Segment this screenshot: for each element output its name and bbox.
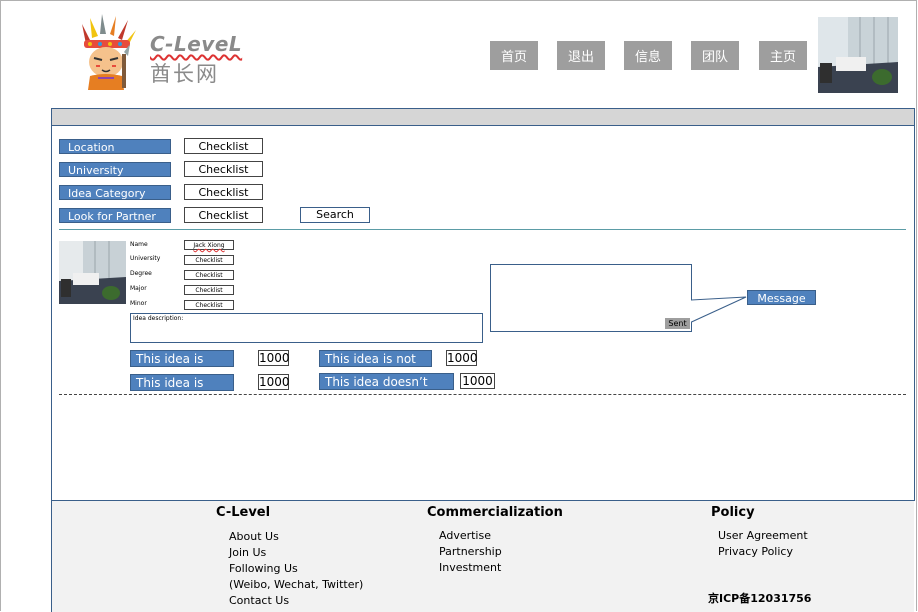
vote-not-bad-count: 1000: [446, 350, 478, 366]
footer-link-join-us[interactable]: Join Us: [229, 546, 266, 559]
brand-name-en: C-LeveL: [150, 32, 243, 56]
location-checklist[interactable]: Checklist: [184, 138, 263, 154]
vote-good-count: 1000: [258, 374, 290, 390]
university-checklist[interactable]: Checklist: [184, 161, 263, 177]
nav-homepage-button[interactable]: 主页: [759, 41, 807, 70]
profile-field-label: Degree: [130, 270, 152, 277]
chief-mascot-logo: [82, 14, 136, 90]
office-photo: [818, 17, 898, 93]
profile-name-value: Jack Xiong: [184, 240, 234, 250]
frame-border-right: [916, 0, 917, 611]
profile-photo: [59, 241, 126, 304]
footer-link-investment[interactable]: Investment: [439, 561, 501, 574]
nav-home-button[interactable]: 首页: [490, 41, 538, 70]
profile-minor-checklist[interactable]: Checklist: [184, 300, 234, 310]
frame-border-left: [0, 0, 1, 611]
footer-link-user-agreement[interactable]: User Agreement: [718, 529, 808, 542]
footer-link-partnership[interactable]: Partnership: [439, 545, 502, 558]
footer-heading-policy: Policy: [711, 505, 755, 520]
search-button[interactable]: Search: [300, 207, 370, 223]
footer-heading-commercialization: Commercialization: [427, 505, 563, 520]
panel-title-bar: [52, 109, 914, 126]
idea-description-label: Idea description:: [133, 315, 184, 322]
sent-button[interactable]: Sent: [665, 318, 690, 329]
nav-info-button[interactable]: 信息: [624, 41, 672, 70]
vote-good-button[interactable]: This idea is good: [130, 374, 234, 407]
profile-field-label: University: [130, 255, 161, 262]
footer-heading-c-level: C-Level: [216, 505, 271, 520]
brand-name-cn: 酋长网: [150, 62, 219, 86]
vote-great-count: 1000: [258, 350, 290, 366]
filter-label-look-for-partner: Look for Partner: [59, 208, 171, 223]
vote-doesnt-work-button[interactable]: This idea doesn’t work: [319, 373, 454, 406]
partner-checklist[interactable]: Checklist: [184, 207, 263, 223]
profile-major-checklist[interactable]: Checklist: [184, 285, 234, 295]
nav-logout-button[interactable]: 退出: [557, 41, 605, 70]
nav-team-button[interactable]: 团队: [691, 41, 739, 70]
footer-link-social-list[interactable]: (Weibo, Wechat, Twitter): [229, 578, 363, 591]
profile-field-label: Minor: [130, 300, 147, 307]
footer-link-following-us[interactable]: Following Us: [229, 562, 298, 575]
filter-label-university: University: [59, 162, 171, 177]
footer-link-advertise[interactable]: Advertise: [439, 529, 491, 542]
idea-description-box[interactable]: Idea description:: [130, 313, 483, 343]
footer-link-privacy-policy[interactable]: Privacy Policy: [718, 545, 793, 558]
dashed-divider: [59, 394, 906, 395]
vote-not-bad-button[interactable]: This idea is not bad: [319, 350, 432, 383]
vote-doesnt-work-count: 1000: [460, 373, 495, 389]
profile-university-checklist[interactable]: Checklist: [184, 255, 234, 265]
filter-label-location: Location: [59, 139, 171, 154]
profile-degree-checklist[interactable]: Checklist: [184, 270, 234, 280]
footer-link-contact-us[interactable]: Contact Us: [229, 594, 289, 607]
icp-license-number: 京ICP备12031756: [708, 592, 812, 605]
message-button[interactable]: Message: [747, 290, 816, 305]
filter-label-idea-category: Idea Category: [59, 185, 171, 200]
frame-border-top: [0, 0, 916, 1]
divider: [59, 229, 906, 230]
idea-category-checklist[interactable]: Checklist: [184, 184, 263, 200]
profile-field-label: Name: [130, 241, 148, 248]
footer-link-about-us[interactable]: About Us: [229, 530, 279, 543]
vote-great-button[interactable]: This idea is great: [130, 350, 234, 383]
profile-field-label: Major: [130, 285, 147, 292]
